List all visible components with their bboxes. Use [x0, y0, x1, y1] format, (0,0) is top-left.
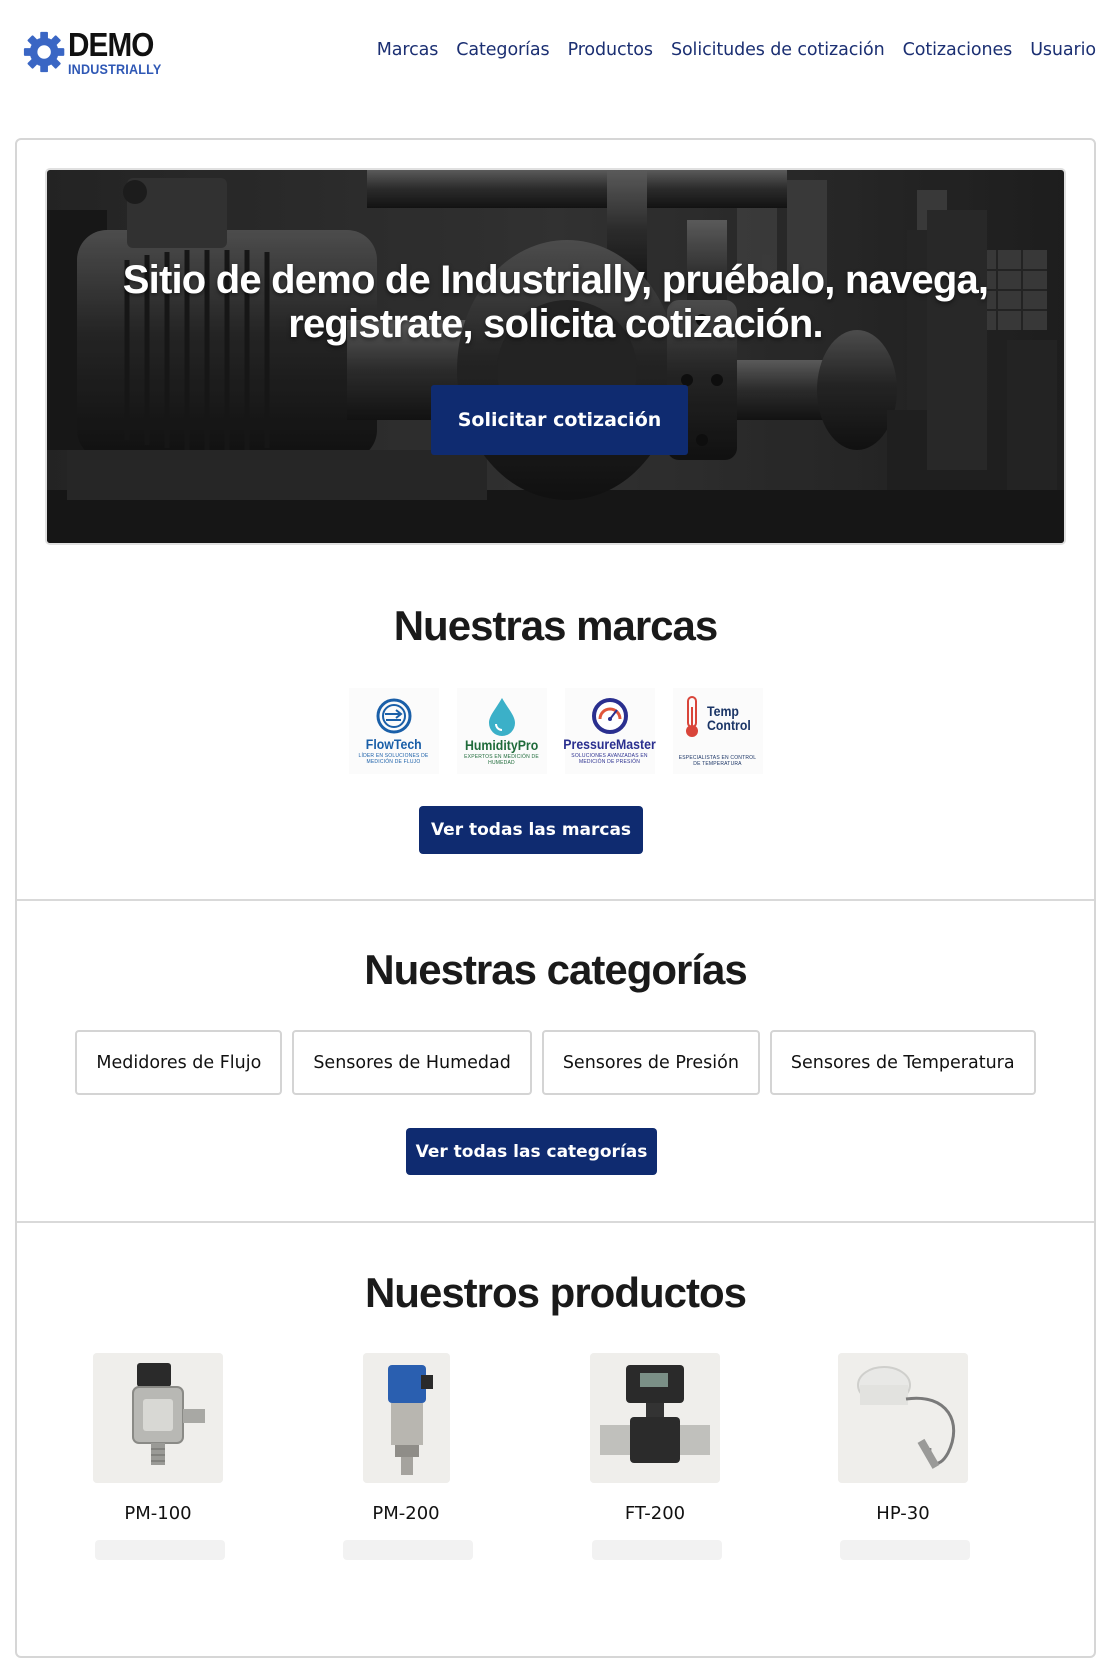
main-card: Sitio de demo de Industrially, pruébalo,… — [15, 138, 1096, 1658]
industrial-pump-image — [47, 170, 1064, 543]
brands-section-title: Nuestras marcas — [393, 602, 719, 649]
product-thumbnail — [840, 1540, 970, 1560]
nav-link-categorias[interactable]: Categorías — [456, 40, 549, 60]
product-name: PM-200 — [372, 1503, 440, 1524]
brand-name: Temp Control — [706, 703, 751, 733]
site-logo[interactable]: DEMO INDUSTRIALLY — [22, 26, 172, 78]
brand-logo-flowtech[interactable]: FlowTech LÍDER EN SOLUCIONES DE MEDICIÓN… — [348, 688, 439, 774]
flow-icon — [376, 698, 411, 734]
category-pressure-sensors[interactable]: Sensores de Presión — [541, 1030, 760, 1095]
brand-logo-pressuremaster[interactable]: PressureMaster SOLUCIONES AVANZADAS EN M… — [563, 688, 656, 774]
logo-subtitle: INDUSTRIALLY — [68, 61, 162, 77]
brand-name: PressureMaster — [563, 736, 656, 752]
product-name: FT-200 — [624, 1503, 686, 1524]
brand-logo-tempcontrol[interactable]: Temp Control ESPECIALISTAS EN CONTROL DE… — [672, 688, 763, 774]
logo-wordmark: DEMO — [68, 26, 154, 63]
category-temperature-sensors[interactable]: Sensores de Temperatura — [769, 1030, 1036, 1095]
main-nav: Marcas Categorías Productos Solicitudes … — [359, 40, 1096, 60]
brand-tagline: LÍDER EN SOLUCIONES DE MEDICIÓN DE FLUJO — [358, 753, 429, 765]
product-thumbnail — [592, 1540, 722, 1560]
product-card[interactable]: PM-200 — [296, 1353, 516, 1524]
section-divider — [17, 899, 1094, 901]
products-section-title: Nuestros productos — [364, 1269, 747, 1316]
brand-tagline: SOLUCIONES AVANZADAS EN MEDICIÓN DE PRES… — [571, 753, 648, 765]
flow-meter-icon — [590, 1353, 720, 1483]
droplet-icon — [488, 698, 515, 736]
section-divider — [17, 1221, 1094, 1223]
site-header: DEMO INDUSTRIALLY Marcas Categorías Prod… — [0, 0, 1112, 105]
hero-banner: Sitio de demo de Industrially, pruébalo,… — [45, 168, 1066, 545]
thermometer-icon — [685, 696, 698, 737]
hero-title: Sitio de demo de Industrially, pruébalo,… — [122, 258, 989, 346]
humidity-probe-icon — [838, 1353, 968, 1483]
nav-link-marcas[interactable]: Marcas — [377, 40, 439, 60]
request-quote-button[interactable]: Solicitar cotización — [431, 385, 688, 455]
brand-tagline: ESPECIALISTAS EN CONTROL DE TEMPERATURA — [678, 755, 757, 767]
category-humidity-sensors[interactable]: Sensores de Humedad — [292, 1030, 532, 1095]
product-name: HP-30 — [876, 1503, 930, 1524]
product-card[interactable]: PM-100 — [48, 1353, 268, 1524]
product-card[interactable]: FT-200 — [545, 1353, 765, 1524]
brand-tagline: EXPERTOS EN MEDICIÓN DE HUMEDAD — [464, 754, 539, 766]
brand-name: FlowTech — [365, 736, 422, 752]
category-list: Medidores de Flujo Sensores de Humedad S… — [17, 1030, 1094, 1095]
gauge-icon — [591, 698, 628, 734]
pressure-transmitter-icon — [362, 1353, 450, 1483]
pressure-sensor-icon — [93, 1353, 223, 1483]
view-all-categories-button[interactable]: Ver todas las categorías — [406, 1128, 657, 1175]
product-thumbnail — [343, 1540, 473, 1560]
nav-link-cotizaciones[interactable]: Cotizaciones — [903, 40, 1013, 60]
product-thumbnail — [95, 1540, 225, 1560]
categories-section-title: Nuestras categorías — [364, 946, 748, 993]
category-flow-meters[interactable]: Medidores de Flujo — [75, 1030, 283, 1095]
brand-logo-humiditypro[interactable]: HumidityPro EXPERTOS EN MEDICIÓN DE HUME… — [456, 688, 547, 774]
nav-link-productos[interactable]: Productos — [568, 40, 653, 60]
gear-icon — [23, 31, 65, 73]
brand-logos: FlowTech LÍDER EN SOLUCIONES DE MEDICIÓN… — [17, 688, 1094, 774]
product-name: PM-100 — [124, 1503, 192, 1524]
product-card[interactable]: HP-30 — [793, 1353, 1013, 1524]
brand-name: HumidityPro — [464, 737, 539, 753]
nav-link-usuario[interactable]: Usuario — [1030, 40, 1096, 60]
view-all-brands-button[interactable]: Ver todas las marcas — [419, 806, 643, 854]
nav-link-solicitudes[interactable]: Solicitudes de cotización — [671, 40, 885, 60]
